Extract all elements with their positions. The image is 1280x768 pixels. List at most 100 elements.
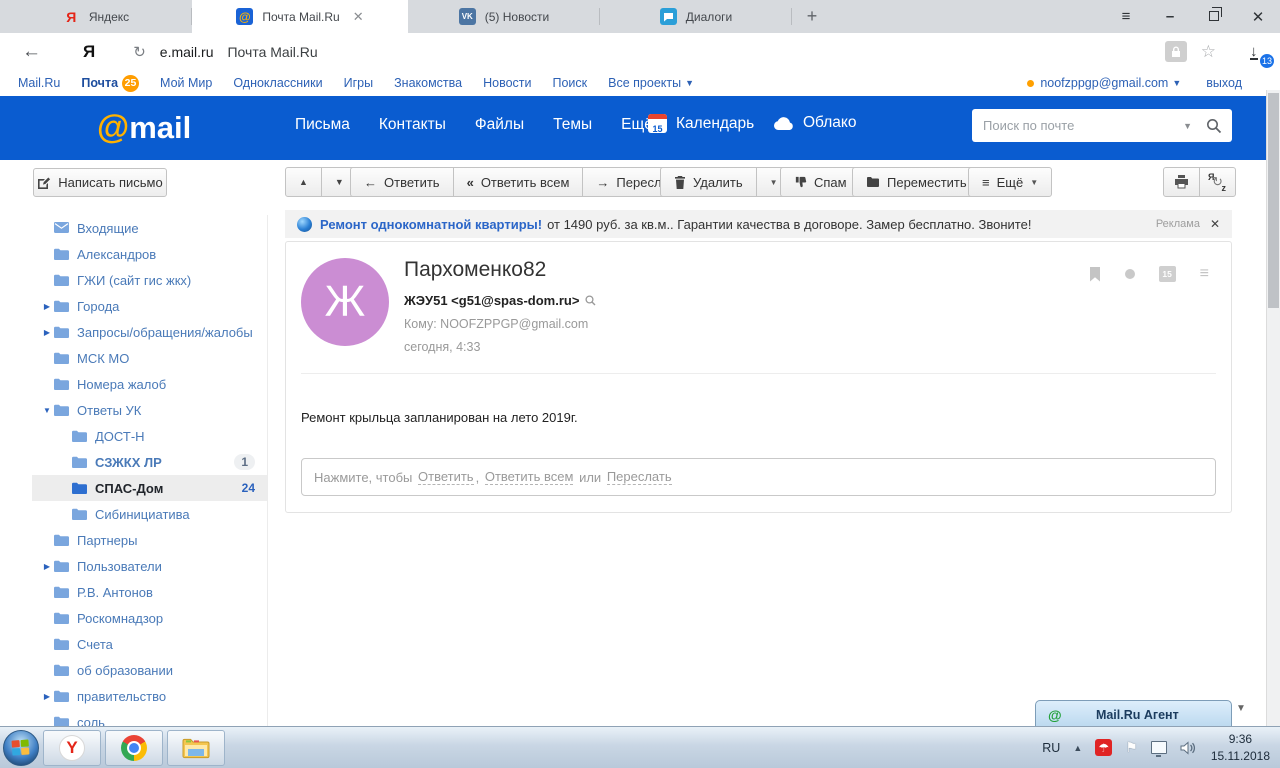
sidebar-folder[interactable]: СЗЖКХ ЛР1 — [32, 449, 267, 475]
minimize-icon[interactable]: – — [1148, 8, 1192, 25]
folder-expand-icon[interactable]: ▶ — [40, 328, 54, 337]
cloud-link[interactable]: Облако — [773, 114, 856, 132]
link-novosti[interactable]: Новости — [483, 76, 531, 90]
logout-link[interactable]: выход — [1206, 76, 1242, 90]
browser-tab[interactable]: Диалоги — [600, 0, 792, 33]
ad-link[interactable]: Ремонт однокомнатной квартиры! — [320, 217, 542, 232]
taskbar-yandex-browser[interactable]: Y — [43, 730, 101, 766]
sidebar-folder[interactable]: соль — [32, 709, 267, 726]
link-mailru[interactable]: Mail.Ru — [18, 76, 60, 90]
search-icon[interactable] — [1202, 118, 1232, 134]
taskbar-explorer[interactable] — [167, 730, 225, 766]
quick-reply-link[interactable]: Ответить — [418, 469, 474, 485]
sidebar-folder[interactable]: ▶Пользователи — [32, 553, 267, 579]
network-icon[interactable] — [1151, 741, 1167, 754]
browser-tab[interactable]: VK(5) Новости — [408, 0, 600, 33]
print-button[interactable] — [1163, 167, 1200, 197]
nav-letters[interactable]: Письма — [295, 116, 350, 134]
sidebar-folder[interactable]: ▶правительство — [32, 683, 267, 709]
message-from[interactable]: ЖЭУ51 <g51@spas-dom.ru> — [404, 293, 579, 308]
quick-forward-link[interactable]: Переслать — [607, 469, 672, 485]
sidebar-folder[interactable]: Сибинициатива — [32, 501, 267, 527]
delete-button[interactable]: Удалить — [660, 167, 757, 197]
prev-message-button[interactable]: ▲ — [285, 167, 322, 197]
url-field[interactable]: ↻ e.mail.ru Почта Mail.Ru ☆ — [133, 41, 1250, 62]
sidebar-folder[interactable]: ▶Запросы/обращения/жалобы — [32, 319, 267, 345]
page-scrollbar[interactable] — [1266, 90, 1280, 726]
volume-icon[interactable] — [1180, 741, 1196, 755]
start-button[interactable] — [3, 730, 39, 766]
sidebar-folder[interactable]: Александров — [32, 241, 267, 267]
link-poisk[interactable]: Поиск — [553, 76, 588, 90]
scrollbar-thumb[interactable] — [1268, 93, 1279, 308]
compose-button[interactable]: Написать письмо — [33, 168, 167, 197]
reply-all-button[interactable]: « Ответить всем — [453, 167, 584, 197]
tray-expand-icon[interactable]: ▲ — [1073, 743, 1082, 753]
lock-icon[interactable] — [1165, 41, 1187, 62]
folder-expand-icon[interactable]: ▶ — [40, 692, 54, 701]
nav-files[interactable]: Файлы — [475, 116, 524, 134]
ad-close-icon[interactable]: ✕ — [1210, 217, 1220, 231]
message-menu-icon[interactable]: ≡ — [1200, 269, 1209, 279]
sidebar-folder[interactable]: Партнеры — [32, 527, 267, 553]
action-center-flag-icon[interactable]: ⚑ — [1125, 739, 1138, 756]
search-sender-icon[interactable] — [585, 295, 596, 306]
sidebar-folder[interactable]: Входящие — [32, 215, 267, 241]
language-indicator[interactable]: RU — [1042, 741, 1060, 755]
new-tab-button[interactable]: + — [792, 0, 832, 33]
search-input[interactable] — [972, 118, 1173, 133]
sidebar-folder[interactable]: ▶Города — [32, 293, 267, 319]
nav-themes[interactable]: Темы — [553, 116, 592, 134]
folder-expand-icon[interactable]: ▶ — [40, 302, 54, 311]
link-igry[interactable]: Игры — [344, 76, 373, 90]
sidebar-folder[interactable]: ДОСТ-Н — [32, 423, 267, 449]
taskbar-chrome[interactable] — [105, 730, 163, 766]
download-icon[interactable]: ↓ 13 — [1250, 43, 1266, 61]
refresh-icon[interactable]: ↻ — [133, 43, 146, 61]
quick-reply-field[interactable]: Нажмите, чтобы Ответить, Ответить всем и… — [301, 458, 1216, 496]
bookmark-star-icon[interactable]: ☆ — [1201, 42, 1216, 62]
link-vse-proekty[interactable]: Все проекты — [608, 76, 681, 90]
translate-button[interactable]: Я z ↻ — [1199, 167, 1236, 197]
folder-expand-icon[interactable]: ▼ — [40, 406, 54, 415]
folder-expand-icon[interactable]: ▶ — [40, 562, 54, 571]
reply-button[interactable]: ← Ответить — [350, 167, 454, 197]
close-icon[interactable]: ✕ — [1236, 8, 1280, 26]
unread-dot-icon[interactable] — [1125, 269, 1135, 279]
link-znakomstva[interactable]: Знакомства — [394, 76, 462, 90]
sidebar-folder[interactable]: ГЖИ (сайт гис жкх) — [32, 267, 267, 293]
link-odnoklassniki[interactable]: Одноклассники — [233, 76, 322, 90]
agent-collapse-icon[interactable]: ▼ — [1236, 703, 1246, 714]
sidebar-folder[interactable]: Счета — [32, 631, 267, 657]
sidebar-folder[interactable]: об образовании — [32, 657, 267, 683]
sender-avatar[interactable]: Ж — [301, 258, 389, 346]
link-moimir[interactable]: Мой Мир — [160, 76, 212, 90]
back-icon[interactable]: ← — [22, 41, 41, 63]
flag-bookmark-icon[interactable] — [1089, 267, 1101, 282]
browser-tab[interactable]: ЯЯндекс — [0, 0, 192, 33]
tab-close-icon[interactable]: ✕ — [353, 9, 364, 25]
sidebar-folder[interactable]: Роскомнадзор — [32, 605, 267, 631]
sidebar-folder[interactable]: МСК МО — [32, 345, 267, 371]
mail-logo[interactable]: @mail — [97, 108, 191, 146]
sidebar-folder[interactable]: Номера жалоб — [32, 371, 267, 397]
calendar-link[interactable]: 15 Календарь — [648, 114, 754, 133]
avira-icon[interactable]: ☂ — [1095, 739, 1112, 756]
taskbar-clock[interactable]: 9:3615.11.2018 — [1211, 731, 1270, 763]
browser-menu-icon[interactable]: ≡ — [1104, 8, 1148, 25]
account-email[interactable]: noofzppgp@gmail.com — [1040, 76, 1168, 90]
more-button[interactable]: ≡ Ещё ▼ — [968, 167, 1052, 197]
link-pochta[interactable]: Почта — [81, 76, 118, 90]
nav-contacts[interactable]: Контакты — [379, 116, 446, 134]
sidebar-folder[interactable]: СПАС-Дом24 — [32, 475, 267, 501]
quick-reply-all-link[interactable]: Ответить всем — [485, 469, 574, 485]
calendar-badge-icon[interactable]: 15 — [1159, 266, 1176, 282]
search-scope-chevron-icon[interactable]: ▼ — [1173, 121, 1202, 131]
spam-button[interactable]: Спам — [780, 167, 861, 197]
browser-tab[interactable]: @Почта Mail.Ru✕ — [192, 0, 408, 33]
restore-icon[interactable] — [1192, 8, 1236, 25]
account-chevron-icon[interactable]: ▼ — [1172, 78, 1181, 88]
yandex-browser-icon[interactable]: Я — [83, 42, 95, 62]
sidebar-folder[interactable]: ▼Ответы УК — [32, 397, 267, 423]
sidebar-folder[interactable]: Р.В. Антонов — [32, 579, 267, 605]
